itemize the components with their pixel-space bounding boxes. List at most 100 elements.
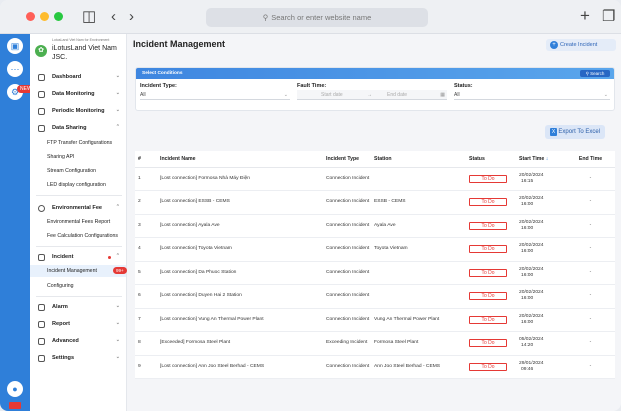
chevron-down-icon: ⌄ xyxy=(283,92,288,98)
sidebar-subitem-fee-calc[interactable]: Fee Calculation Configurations xyxy=(47,233,118,239)
table-row[interactable]: 3 [Lost connection] Ayala Ave Connection I… xyxy=(135,214,615,238)
user-avatar-icon[interactable]: ● xyxy=(7,381,23,397)
cell-incident-name[interactable]: [Exceeded] Formosa Steel Plant xyxy=(157,331,323,356)
cell-start-time: 20/02/2024 16:15 xyxy=(516,167,566,191)
cell-index: 5 xyxy=(135,261,157,285)
export-excel-button[interactable]: X Export To Excel xyxy=(545,125,605,139)
language-flag-icon[interactable] xyxy=(9,402,21,409)
sidebar-subitem-sharing-api[interactable]: Sharing API xyxy=(47,154,74,160)
monitoring-icon xyxy=(38,91,45,98)
cell-index: 9 xyxy=(135,355,157,379)
incident-table: # Incident Name Incident Type Station St… xyxy=(135,151,615,379)
sidebar-item-advanced[interactable]: Advanced ⌄ xyxy=(30,335,126,348)
conditions-panel: Select Conditions ⚲ Search Incident Type… xyxy=(135,67,615,111)
status-select[interactable]: All ⌄ xyxy=(454,90,610,100)
sidebar-item-settings[interactable]: Settings ⌄ xyxy=(30,352,126,365)
sidebar-subitem-env-fee-report[interactable]: Environmental Fees Report xyxy=(47,219,110,225)
sort-icon[interactable]: ↓ xyxy=(546,156,549,162)
browser-window: ◫ ‹ › ⚲ Search or enter website name + ❐ … xyxy=(0,0,621,411)
table-row[interactable]: 1 [Lost connection] Formosa Nhà Máy Điện C… xyxy=(135,167,615,191)
cell-incident-name[interactable]: [Lost connection] Duyen Hai 2 Station xyxy=(157,284,323,309)
column-header-status: Status xyxy=(466,151,516,168)
table-row[interactable]: 9 [Lost connection] Ann Joo Steel Berhad … xyxy=(135,355,615,379)
status-badge: To Do xyxy=(469,198,507,207)
plus-icon: + xyxy=(550,41,558,49)
table-row[interactable]: 5 [Lost connection] Da Phuoc Station Conne… xyxy=(135,261,615,285)
chevron-down-icon: ⌄ xyxy=(115,107,120,113)
search-button[interactable]: ⚲ Search xyxy=(580,70,610,77)
sidebar-item-environmental-fee[interactable]: Environmental Fee ⌃ xyxy=(30,202,126,215)
forward-icon[interactable]: › xyxy=(129,9,134,24)
sidebar-subitem-led[interactable]: LED display configuration xyxy=(47,182,106,188)
sidebar-item-report[interactable]: Report ⌄ xyxy=(30,318,126,331)
sidebar-subitem-configuring[interactable]: Configuring xyxy=(47,283,74,289)
sidebar: ✿ LotusLand Viet Nam for Environment iLo… xyxy=(30,34,127,411)
cell-incident-type: Connection Incident xyxy=(323,190,371,215)
status-badge: To Do xyxy=(469,292,507,301)
column-header-incident-type: Incident Type xyxy=(323,151,371,168)
apps-grid-icon[interactable]: ⋯ xyxy=(7,61,23,77)
sidebar-subitem-stream[interactable]: Stream Configuration xyxy=(47,168,96,174)
address-bar[interactable]: ⚲ Search or enter website name xyxy=(206,8,428,27)
table-row[interactable]: 6 [Lost connection] Duyen Hai 2 Station Co… xyxy=(135,284,615,309)
chevron-down-icon: ⌄ xyxy=(115,320,120,326)
cell-incident-name[interactable]: [Lost connection] Ann Joo Steel Berhad -… xyxy=(157,355,323,379)
table-row[interactable]: 2 [Lost connection] ESSB - CEMS Connection… xyxy=(135,190,615,215)
column-header-start-time[interactable]: Start Time ↓ xyxy=(516,151,566,168)
sidebar-item-data-monitoring[interactable]: Data Monitoring ⌄ xyxy=(30,88,126,101)
status-label: Status: xyxy=(454,83,473,89)
start-date-input[interactable]: Start date xyxy=(321,90,343,100)
sidebar-subitem-incident-management[interactable]: Incident Management xyxy=(47,268,97,274)
back-icon[interactable]: ‹ xyxy=(111,9,116,24)
range-arrow-icon: → xyxy=(367,92,372,98)
incident-type-select[interactable]: All ⌄ xyxy=(140,90,290,100)
status-badge: To Do xyxy=(469,174,507,183)
close-window-button[interactable] xyxy=(26,12,35,21)
cell-incident-name[interactable]: [Lost connection] Ayala Ave xyxy=(157,214,323,238)
sidebar-item-data-sharing[interactable]: Data Sharing ⌃ xyxy=(30,122,126,135)
table-row[interactable]: 8 [Exceeded] Formosa Steel Plant Exceeding… xyxy=(135,331,615,356)
cell-incident-name[interactable]: [Lost connection] Da Phuoc Station xyxy=(157,261,323,285)
table-header-row: # Incident Name Incident Type Station St… xyxy=(135,151,615,168)
cell-end-time: - xyxy=(566,331,615,356)
fault-time-range[interactable]: Start date → End date ▦ xyxy=(297,90,447,100)
conditions-title: Select Conditions xyxy=(142,71,183,76)
sidebar-item-periodic-monitoring[interactable]: Periodic Monitoring ⌄ xyxy=(30,105,126,118)
sidebar-item-dashboard[interactable]: Dashboard ⌄ xyxy=(30,71,126,84)
end-date-input[interactable]: End date xyxy=(387,90,407,100)
minimize-window-button[interactable] xyxy=(40,12,49,21)
zoom-window-button[interactable] xyxy=(54,12,63,21)
cell-status: To Do xyxy=(466,214,516,238)
cell-index: 1 xyxy=(135,167,157,191)
cell-index: 7 xyxy=(135,308,157,332)
table-row[interactable]: 4 [Lost connection] Toyota Vietnam Connect… xyxy=(135,237,615,262)
table-row[interactable]: 7 [Lost connection] Vung An Thermal Power… xyxy=(135,308,615,332)
create-incident-button[interactable]: + Create Incident xyxy=(546,39,616,51)
fault-time-label: Fault Time: xyxy=(297,83,327,89)
sidebar-toggle-icon[interactable]: ◫ xyxy=(82,9,96,24)
chevron-down-icon: ⌄ xyxy=(603,92,608,98)
column-header-index: # xyxy=(135,151,157,168)
cell-incident-type: Connection Incident xyxy=(323,261,371,285)
cell-status: To Do xyxy=(466,167,516,191)
cell-end-time: - xyxy=(566,308,615,332)
sidebar-item-incident[interactable]: Incident ⌃ xyxy=(30,251,126,264)
status-badge: To Do xyxy=(469,362,507,371)
cell-station: Toyota Vietnam xyxy=(371,237,466,262)
status-badge: To Do xyxy=(469,268,507,277)
cell-start-time: 20/02/2024 16:00 xyxy=(516,284,566,309)
cell-status: To Do xyxy=(466,355,516,379)
sidebar-subitem-ftp[interactable]: FTP Transfer Configurations xyxy=(47,140,112,146)
cell-station: Ann Joo Steel Berhad - CEMS xyxy=(371,355,466,379)
cell-start-time: 20/02/2024 16:00 xyxy=(516,308,566,332)
chevron-up-icon: ⌃ xyxy=(115,124,120,130)
tabs-overview-icon[interactable]: ❐ xyxy=(602,9,615,24)
new-tab-icon[interactable]: + xyxy=(580,7,590,24)
browser-toolbar: ◫ ‹ › ⚲ Search or enter website name + ❐ xyxy=(0,0,621,34)
app-home-icon[interactable]: ▣ xyxy=(7,38,23,54)
cell-incident-name[interactable]: [Lost connection] Toyota Vietnam xyxy=(157,237,323,262)
cell-incident-name[interactable]: [Lost connection] Formosa Nhà Máy Điện xyxy=(157,167,323,191)
cell-incident-name[interactable]: [Lost connection] ESSB - CEMS xyxy=(157,190,323,215)
sidebar-item-alarm[interactable]: Alarm ⌄ xyxy=(30,301,126,314)
cell-incident-name[interactable]: [Lost connection] Vung An Thermal Power … xyxy=(157,308,323,332)
